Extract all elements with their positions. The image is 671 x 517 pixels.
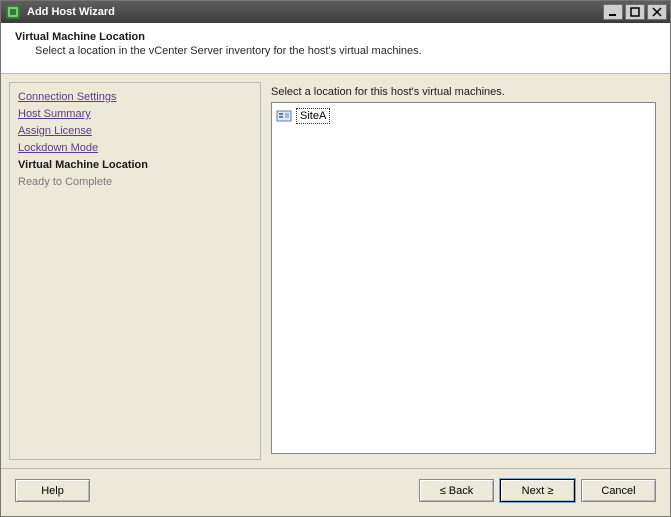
tree-item-label: SiteA bbox=[296, 108, 330, 124]
main-panel: Select a location for this host's virtua… bbox=[261, 82, 662, 460]
close-button[interactable] bbox=[647, 4, 667, 20]
selection-prompt: Select a location for this host's virtua… bbox=[271, 86, 656, 98]
page-title: Virtual Machine Location bbox=[15, 31, 656, 43]
wizard-steps: Connection Settings Host Summary Assign … bbox=[9, 82, 261, 460]
datacenter-icon bbox=[276, 108, 292, 124]
app-icon bbox=[5, 4, 21, 20]
cancel-button[interactable]: Cancel bbox=[581, 479, 656, 502]
step-lockdown-mode[interactable]: Lockdown Mode bbox=[18, 140, 252, 156]
wizard-header: Virtual Machine Location Select a locati… bbox=[1, 23, 670, 74]
page-subtitle: Select a location in the vCenter Server … bbox=[35, 45, 656, 57]
step-ready-to-complete: Ready to Complete bbox=[18, 174, 252, 190]
step-host-summary[interactable]: Host Summary bbox=[18, 106, 252, 122]
step-vm-location: Virtual Machine Location bbox=[18, 157, 252, 173]
location-tree[interactable]: SiteA bbox=[271, 102, 656, 454]
titlebar: Add Host Wizard bbox=[1, 1, 670, 23]
tree-item-datacenter[interactable]: SiteA bbox=[276, 107, 330, 125]
next-button[interactable]: Next ≥ bbox=[500, 479, 575, 502]
wizard-body: Connection Settings Host Summary Assign … bbox=[1, 74, 670, 468]
help-button[interactable]: Help bbox=[15, 479, 90, 502]
minimize-button[interactable] bbox=[603, 4, 623, 20]
footer-right-buttons: ≤ Back Next ≥ Cancel bbox=[419, 479, 656, 502]
back-button[interactable]: ≤ Back bbox=[419, 479, 494, 502]
window-controls bbox=[603, 4, 667, 20]
step-assign-license[interactable]: Assign License bbox=[18, 123, 252, 139]
wizard-window: Add Host Wizard Virtual Machine Location… bbox=[0, 0, 671, 517]
step-connection-settings[interactable]: Connection Settings bbox=[18, 89, 252, 105]
wizard-footer: Help ≤ Back Next ≥ Cancel bbox=[1, 468, 670, 516]
maximize-button[interactable] bbox=[625, 4, 645, 20]
window-title: Add Host Wizard bbox=[27, 6, 603, 18]
